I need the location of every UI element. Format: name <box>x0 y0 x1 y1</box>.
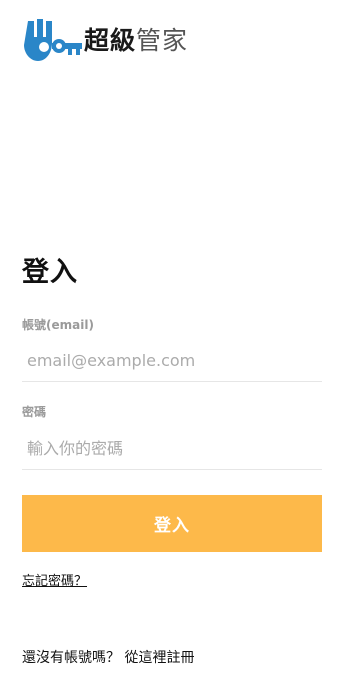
page-title: 登入 <box>22 257 78 288</box>
brand-name-light: 管家 <box>136 25 189 55</box>
signup-link[interactable]: 從這裡註冊 <box>124 650 194 666</box>
brand-name: 超級管家 <box>84 28 188 53</box>
email-field[interactable] <box>22 340 322 382</box>
brand-name-bold: 超級 <box>84 25 137 55</box>
password-field[interactable] <box>22 428 322 470</box>
password-label: 密碼 <box>22 405 47 419</box>
forgot-password-link[interactable]: 忘記密碼？ <box>22 570 87 589</box>
email-label: 帳號(email) <box>22 318 94 332</box>
brand-logo[interactable]: 超級管家 <box>22 14 188 66</box>
login-button[interactable]: 登入 <box>22 495 322 552</box>
signup-prompt-text: 還沒有帳號嗎？ <box>22 650 120 666</box>
key-hand-logo-icon <box>24 19 82 61</box>
signup-prompt-row: 還沒有帳號嗎？ 從這裡註冊 <box>22 647 194 667</box>
